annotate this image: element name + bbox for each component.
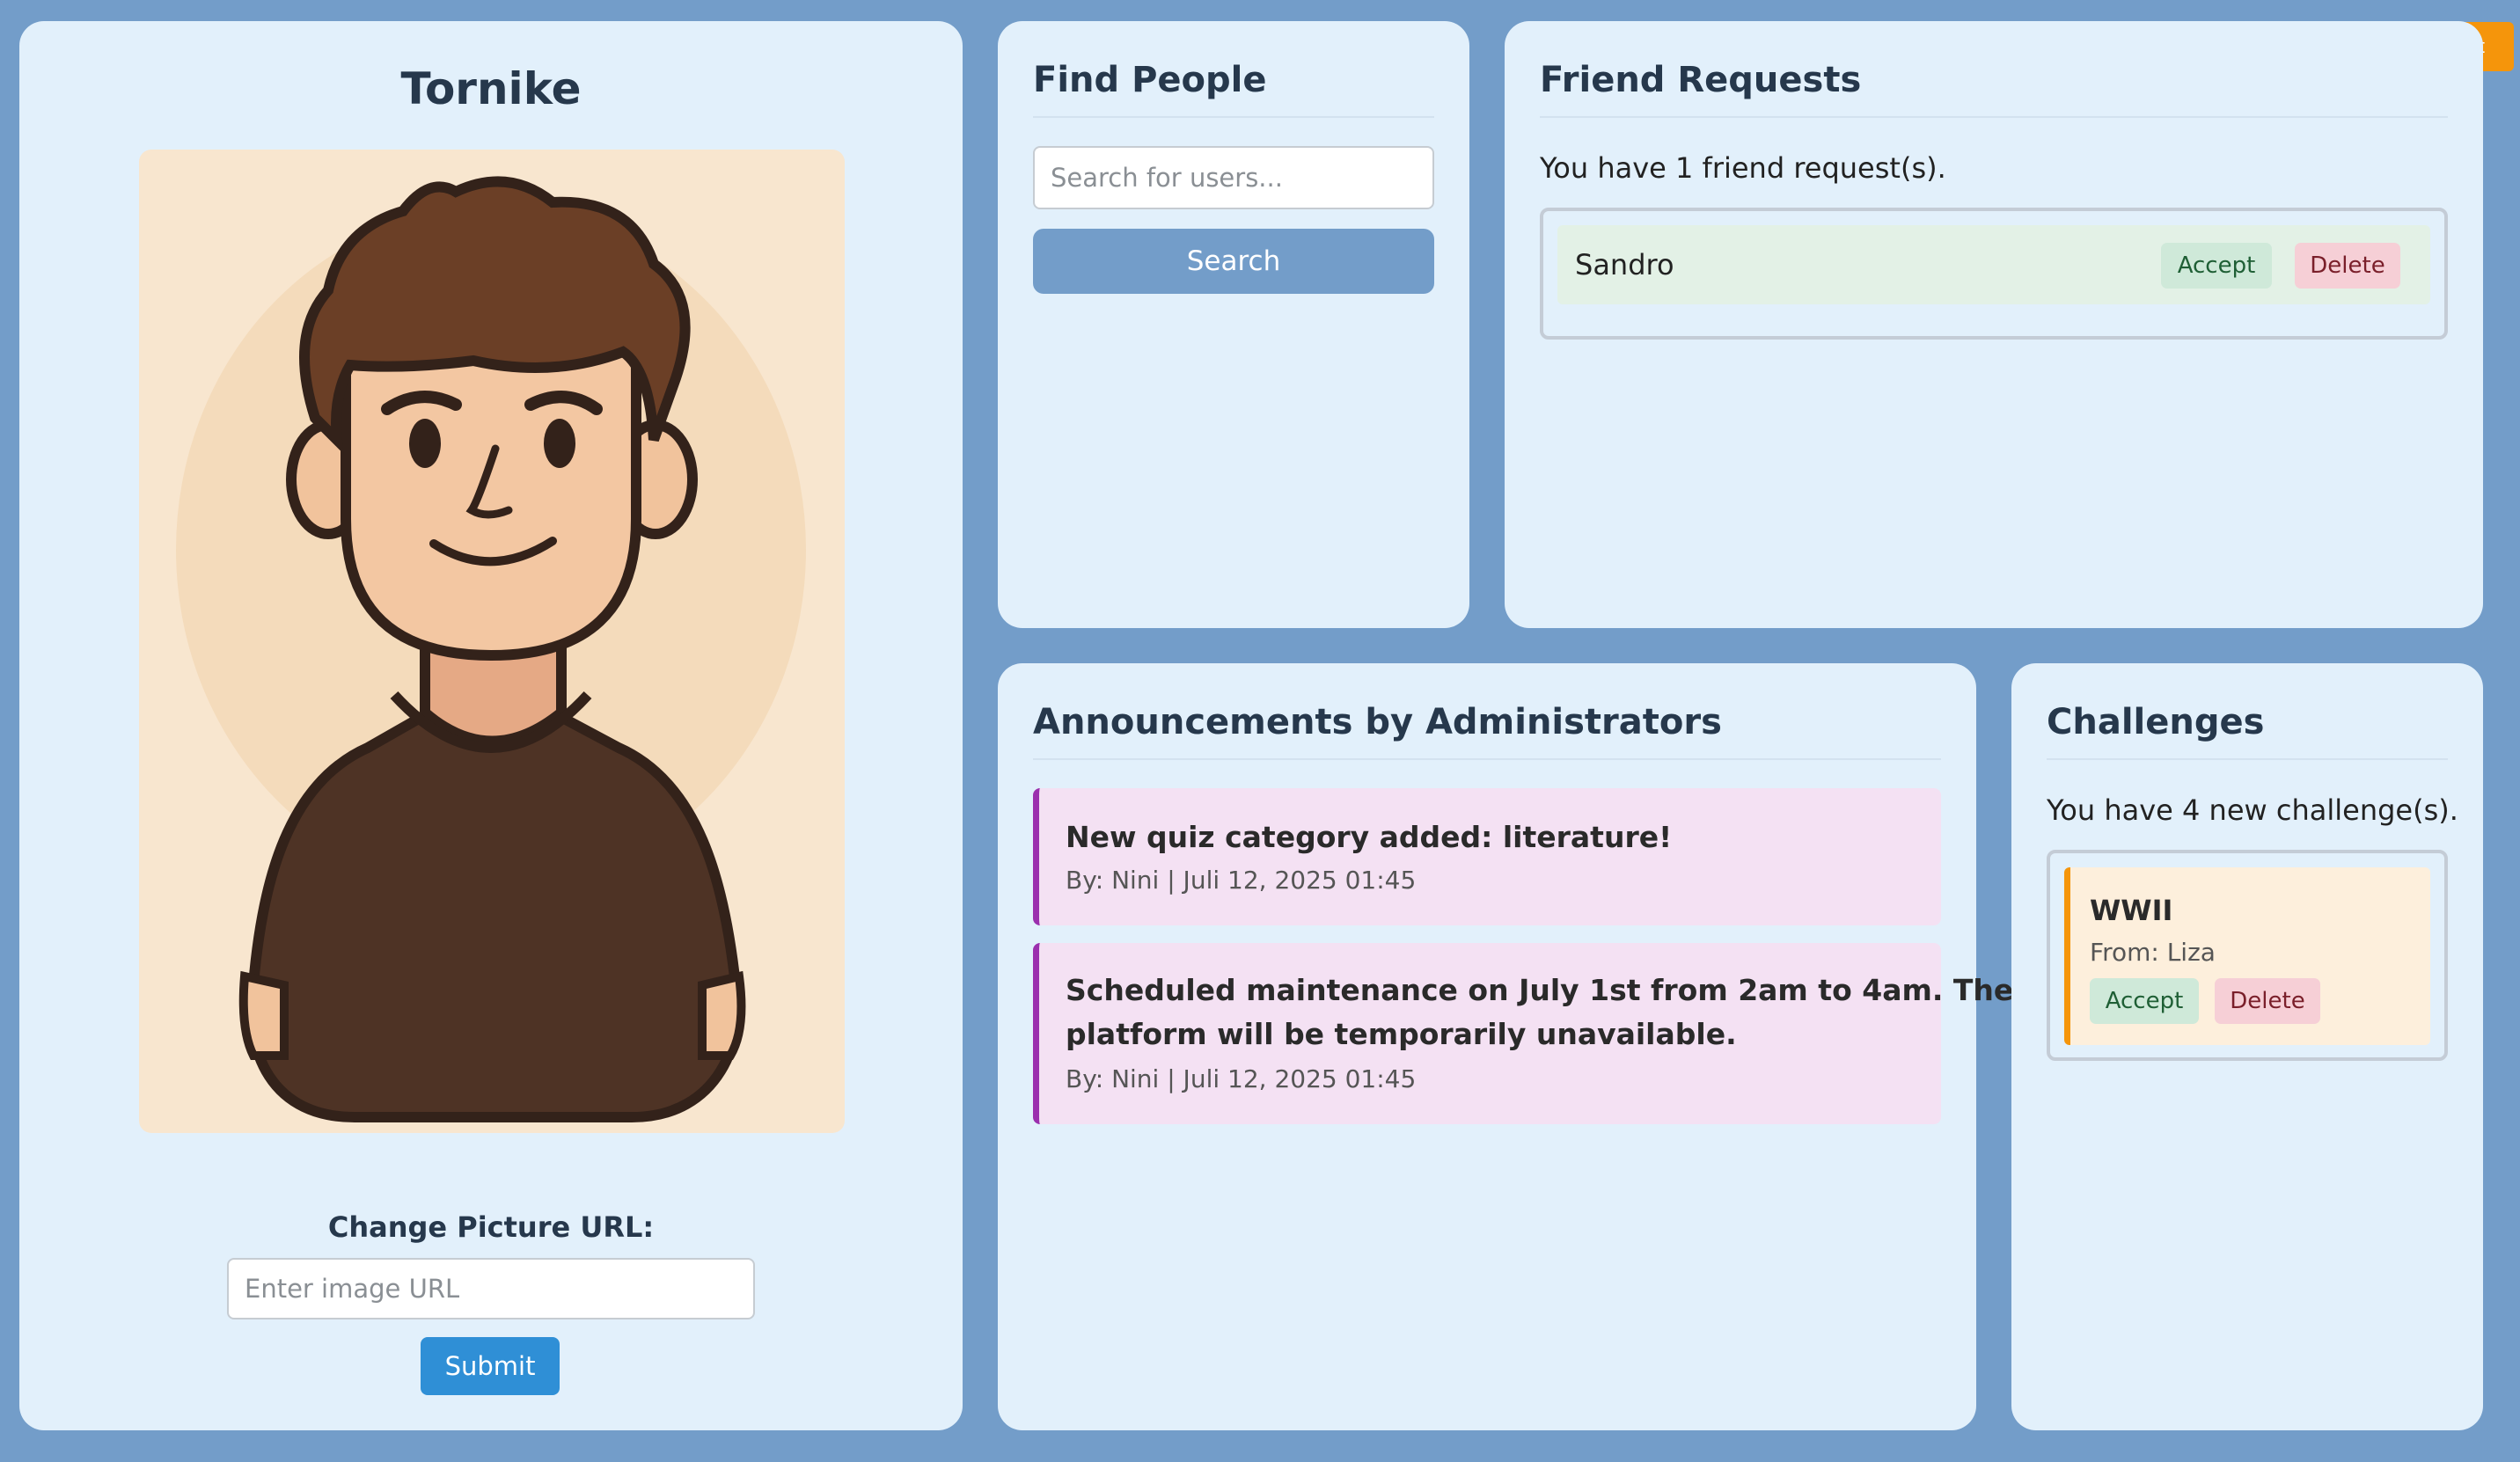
challenges-card: Challenges You have 4 new challenge(s). … bbox=[2011, 663, 2483, 1430]
delete-button[interactable]: Delete bbox=[2215, 978, 2320, 1024]
challenge-from: From: Liza bbox=[2090, 938, 2216, 967]
profile-card: Tornike Change Picture URL: Enter image … bbox=[19, 21, 963, 1430]
announcement-item: New quiz category added: literature! By:… bbox=[1033, 788, 1941, 925]
divider bbox=[2047, 758, 2448, 760]
divider bbox=[1033, 758, 1941, 760]
challenges-list: WWII From: Liza Accept Delete bbox=[2047, 850, 2448, 1061]
find-people-title: Find People bbox=[1033, 60, 1267, 100]
accept-button[interactable]: Accept bbox=[2161, 243, 2272, 289]
avatar bbox=[139, 150, 845, 1133]
challenge-name: WWII bbox=[2090, 894, 2173, 927]
announcement-item: Scheduled maintenance on July 1st from 2… bbox=[1033, 943, 2013, 1124]
search-button[interactable]: Search bbox=[1033, 229, 1434, 294]
challenges-title: Challenges bbox=[2047, 702, 2265, 742]
requester-name: Sandro bbox=[1575, 248, 1674, 281]
image-url-input[interactable] bbox=[227, 1258, 755, 1319]
challenges-summary: You have 4 new challenge(s). bbox=[2047, 793, 2458, 827]
profile-username: Tornike bbox=[400, 63, 582, 114]
search-input[interactable] bbox=[1033, 146, 1434, 209]
announcements-title: Announcements by Administrators bbox=[1033, 702, 1722, 742]
list-item: Sandro Accept Delete bbox=[1557, 225, 2430, 304]
find-people-card: Find People Search bbox=[998, 21, 1469, 628]
friend-requests-title: Friend Requests bbox=[1540, 60, 1862, 100]
announcement-title-line-1: Scheduled maintenance on July 1st from 2… bbox=[1066, 973, 2014, 1007]
announcement-meta: By: Nini | Juli 12, 2025 01:45 bbox=[1066, 866, 1417, 895]
list-item: WWII From: Liza Accept Delete bbox=[2064, 867, 2430, 1045]
announcements-card: Announcements by Administrators New quiz… bbox=[998, 663, 2013, 1430]
announcement-title: New quiz category added: literature! bbox=[1066, 820, 1673, 854]
submit-button[interactable]: Submit bbox=[421, 1337, 560, 1395]
accept-button[interactable]: Accept bbox=[2090, 978, 2199, 1024]
announcement-title-line-2: platform will be temporarily unavailable… bbox=[1066, 1017, 1737, 1051]
divider bbox=[1540, 116, 2448, 118]
friend-requests-card: Friend Requests You have 1 friend reques… bbox=[1505, 21, 2483, 628]
avatar-illustration bbox=[176, 176, 806, 1122]
announcement-meta: By: Nini | Juli 12, 2025 01:45 bbox=[1066, 1064, 1417, 1093]
friend-requests-summary: You have 1 friend request(s). bbox=[1540, 151, 1946, 185]
divider bbox=[1033, 116, 1434, 118]
friend-requests-list: Sandro Accept Delete bbox=[1540, 208, 2448, 340]
change-picture-label: Change Picture URL: bbox=[327, 1210, 655, 1244]
delete-button[interactable]: Delete bbox=[2295, 243, 2400, 289]
